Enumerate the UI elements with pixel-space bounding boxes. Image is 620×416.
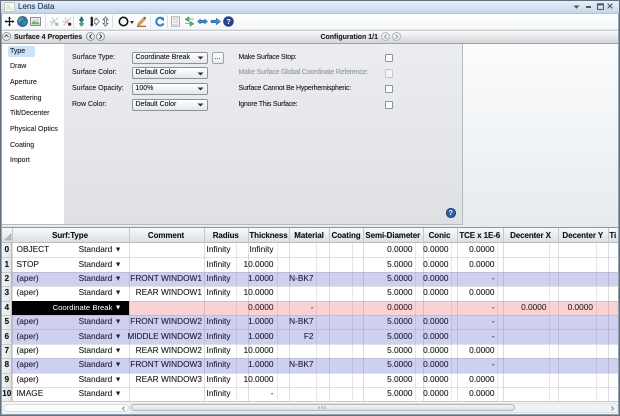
svg-text:?: ?: [226, 17, 231, 26]
